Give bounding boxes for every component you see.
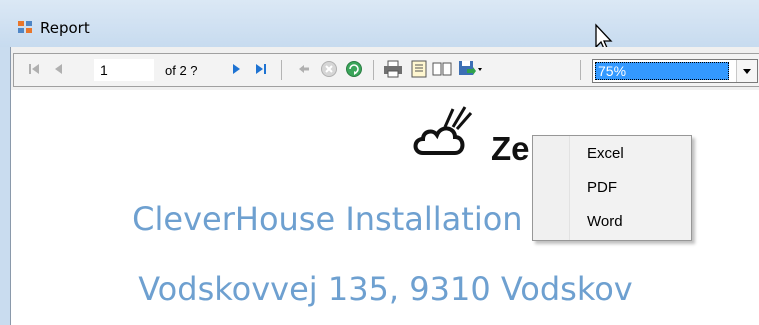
- page-setup-icon: [432, 62, 452, 76]
- report-viewer: of 2 ?: [10, 47, 759, 325]
- export-icon: [459, 61, 482, 75]
- zoom-dropdown-button[interactable]: [736, 60, 757, 82]
- next-page-icon: [233, 64, 240, 74]
- window-title: Report: [40, 19, 90, 37]
- last-page-button[interactable]: [251, 59, 271, 79]
- report-address: Vodskovvej 135, 9310 Vodskov: [138, 270, 633, 308]
- export-excel-item[interactable]: Excel: [569, 139, 691, 169]
- refresh-icon: [346, 61, 362, 77]
- cloud-logo-icon: [413, 106, 473, 155]
- print-layout-icon: [411, 60, 427, 78]
- refresh-button[interactable]: [344, 59, 364, 79]
- export-dropdown-menu: Excel PDF Word: [532, 135, 692, 241]
- report-toolbar: of 2 ?: [11, 47, 759, 90]
- print-button[interactable]: [383, 59, 403, 79]
- toolbar-separator: [281, 60, 282, 80]
- previous-page-icon: [55, 64, 62, 74]
- first-page-button[interactable]: [24, 59, 44, 79]
- menu-gutter: [533, 136, 570, 240]
- zoom-dropdown[interactable]: 75%: [592, 59, 758, 83]
- current-page-input[interactable]: [94, 59, 154, 81]
- export-word-item[interactable]: Word: [569, 207, 691, 237]
- print-icon: [384, 60, 402, 78]
- back-icon: [299, 65, 309, 73]
- chevron-down-icon: [743, 68, 751, 74]
- toolbar-separator: [580, 60, 581, 80]
- export-pdf-item[interactable]: PDF: [569, 173, 691, 203]
- report-window: Report of 2 ?: [0, 0, 759, 325]
- back-button[interactable]: [294, 59, 314, 79]
- toolbar-separator: [373, 60, 374, 80]
- stop-button[interactable]: [319, 59, 339, 79]
- page-total-label: of 2 ?: [165, 63, 198, 78]
- report-app-icon: [18, 21, 32, 33]
- last-page-icon: [256, 64, 266, 74]
- first-page-icon: [29, 64, 39, 74]
- title-bar[interactable]: Report: [0, 0, 759, 47]
- previous-page-button[interactable]: [49, 59, 69, 79]
- next-page-button[interactable]: [226, 59, 246, 79]
- zoom-value: 75%: [595, 62, 729, 80]
- stop-icon: [321, 61, 337, 77]
- print-layout-button[interactable]: [409, 59, 429, 79]
- export-button[interactable]: [457, 59, 485, 79]
- page-setup-button[interactable]: [432, 59, 452, 79]
